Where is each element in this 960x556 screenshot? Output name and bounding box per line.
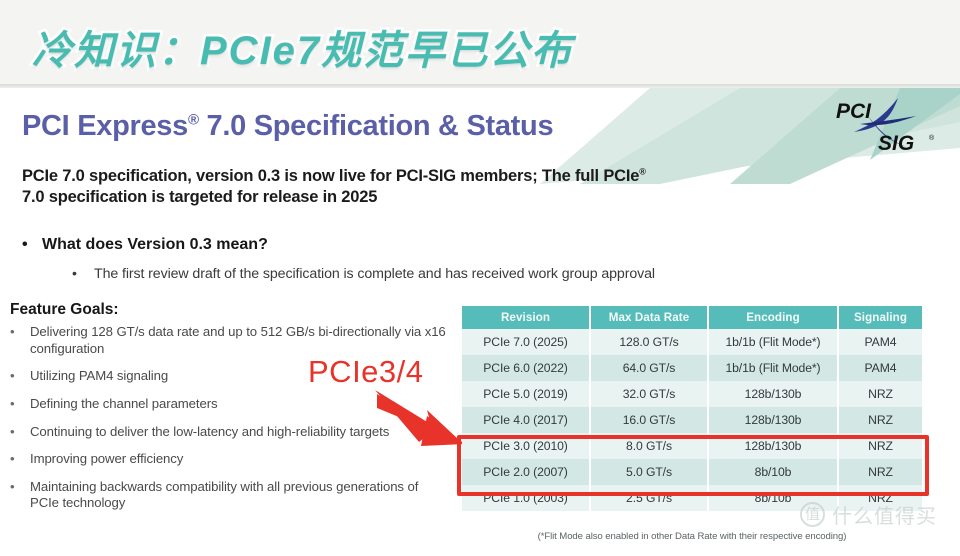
feature-goals-heading: Feature Goals: xyxy=(10,301,119,318)
banner: 冷知识：PCIe7规范早已公布 xyxy=(0,0,960,88)
bullet-dot-icon: • xyxy=(10,478,15,494)
list-item: • Delivering 128 GT/s data rate and up t… xyxy=(10,324,450,357)
cell-signaling: NRZ xyxy=(838,407,922,433)
cell-encoding: 1b/1b (Flit Mode*) xyxy=(708,329,839,355)
cell-signaling: PAM4 xyxy=(838,329,922,355)
cell-rate: 32.0 GT/s xyxy=(590,381,709,407)
table-row-highlighted: PCIe 3.0 (2010) 8.0 GT/s 128b/130b NRZ xyxy=(462,433,922,459)
cell-rate: 64.0 GT/s xyxy=(590,355,709,381)
cell-revision: PCIe 3.0 (2010) xyxy=(462,433,591,459)
bullet-dot-icon: • xyxy=(10,451,15,467)
banner-title: 冷知识：PCIe7规范早已公布 xyxy=(29,27,574,76)
bullet-dot-icon: • xyxy=(10,395,15,411)
table-row: PCIe 7.0 (2025) 128.0 GT/s 1b/1b (Flit M… xyxy=(462,329,922,355)
cell-signaling: PAM4 xyxy=(838,355,922,381)
cell-encoding: 8b/10b xyxy=(708,459,839,485)
annotation-label: PCIe3/4 xyxy=(308,354,424,389)
table-row: PCIe 2.0 (2007) 5.0 GT/s 8b/10b NRZ xyxy=(462,459,922,485)
logo-top-text: PCI xyxy=(836,100,872,123)
cell-revision: PCIe 6.0 (2022) xyxy=(462,355,591,381)
table-footnote: (*Flit Mode also enabled in other Data R… xyxy=(537,531,847,542)
cell-encoding: 128b/130b xyxy=(708,433,839,459)
svg-text:®: ® xyxy=(929,134,935,142)
pcie-revision-table: Revision Max Data Rate Encoding Signalin… xyxy=(462,306,922,511)
table-row: PCIe 6.0 (2022) 64.0 GT/s 1b/1b (Flit Mo… xyxy=(462,355,922,381)
cell-encoding: 1b/1b (Flit Mode*) xyxy=(708,355,839,381)
table-row-highlighted: PCIe 4.0 (2017) 16.0 GT/s 128b/130b NRZ xyxy=(462,407,922,433)
sub-bullet-label: The first review draft of the specificat… xyxy=(94,266,655,282)
cell-revision: PCIe 2.0 (2007) xyxy=(462,459,591,485)
cell-rate: 2.5 GT/s xyxy=(590,485,709,511)
bullet-dot-icon: • xyxy=(22,236,28,253)
registered-mark: ® xyxy=(187,111,199,129)
question-bullet-label: What does Version 0.3 mean? xyxy=(42,236,268,253)
table-row: PCIe 1.0 (2003) 2.5 GT/s 8b/10b NRZ xyxy=(462,485,922,511)
lead-registered-mark: ® xyxy=(639,166,646,177)
cell-encoding: 128b/130b xyxy=(708,381,839,407)
cell-signaling: NRZ xyxy=(838,485,922,511)
cell-encoding: 8b/10b xyxy=(708,485,839,511)
slide-canvas: PCI SIG ® PCI Express® 7.0 Specification… xyxy=(0,88,960,556)
cell-rate: 16.0 GT/s xyxy=(590,407,709,433)
list-item-label: Maintaining backwards compatibility with… xyxy=(30,478,419,511)
bullet-dot-icon: • xyxy=(10,368,15,384)
page-title: PCI Express® 7.0 Specification & Status xyxy=(22,110,554,143)
list-item-label: Delivering 128 GT/s data rate and up to … xyxy=(30,324,446,356)
lead-line-1: PCIe 7.0 specification, version 0.3 is n… xyxy=(22,167,640,185)
cell-rate: 8.0 GT/s xyxy=(590,433,709,459)
cell-revision: PCIe 4.0 (2017) xyxy=(462,407,591,433)
column-header-revision: Revision xyxy=(462,306,591,329)
slide-screenshot: 冷知识：PCIe7规范早已公布 PCI SIG ® PCI Express® 7… xyxy=(0,0,960,556)
bullet-dot-icon: • xyxy=(10,423,15,439)
page-title-main: PCI Express xyxy=(22,110,188,142)
logo-bottom-text: SIG xyxy=(878,132,914,155)
cell-signaling: NRZ xyxy=(838,459,922,485)
page-title-rest: 7.0 Specification & Status xyxy=(198,110,554,142)
cell-revision: PCIe 7.0 (2025) xyxy=(462,329,591,355)
cell-encoding: 128b/130b xyxy=(708,407,839,433)
cell-rate: 5.0 GT/s xyxy=(590,459,709,485)
cell-signaling: NRZ xyxy=(838,433,922,459)
annotation-arrow-icon xyxy=(375,388,471,455)
cell-rate: 128.0 GT/s xyxy=(590,329,709,355)
pci-sig-logo: PCI SIG ® xyxy=(824,94,942,156)
column-header-encoding: Encoding xyxy=(708,306,839,329)
bullet-dot-icon: • xyxy=(10,324,15,339)
lead-line-2: 7.0 specification is targeted for releas… xyxy=(22,188,378,207)
table-header-row: Revision Max Data Rate Encoding Signalin… xyxy=(462,306,922,329)
cell-revision: PCIe 5.0 (2019) xyxy=(462,381,591,407)
column-header-max-data-rate: Max Data Rate xyxy=(590,306,709,329)
lead-paragraph: PCIe 7.0 specification, version 0.3 is n… xyxy=(22,166,902,209)
column-header-signaling: Signaling xyxy=(838,306,922,329)
table-row: PCIe 5.0 (2019) 32.0 GT/s 128b/130b NRZ xyxy=(462,381,922,407)
question-bullet: • What does Version 0.3 mean? xyxy=(22,236,268,254)
cell-signaling: NRZ xyxy=(838,381,922,407)
cell-revision: PCIe 1.0 (2003) xyxy=(462,485,591,511)
sub-bullet-dot-icon: • xyxy=(72,266,77,282)
sub-bullet: • The first review draft of the specifica… xyxy=(72,266,655,282)
list-item: • Maintaining backwards compatibility wi… xyxy=(10,479,450,512)
